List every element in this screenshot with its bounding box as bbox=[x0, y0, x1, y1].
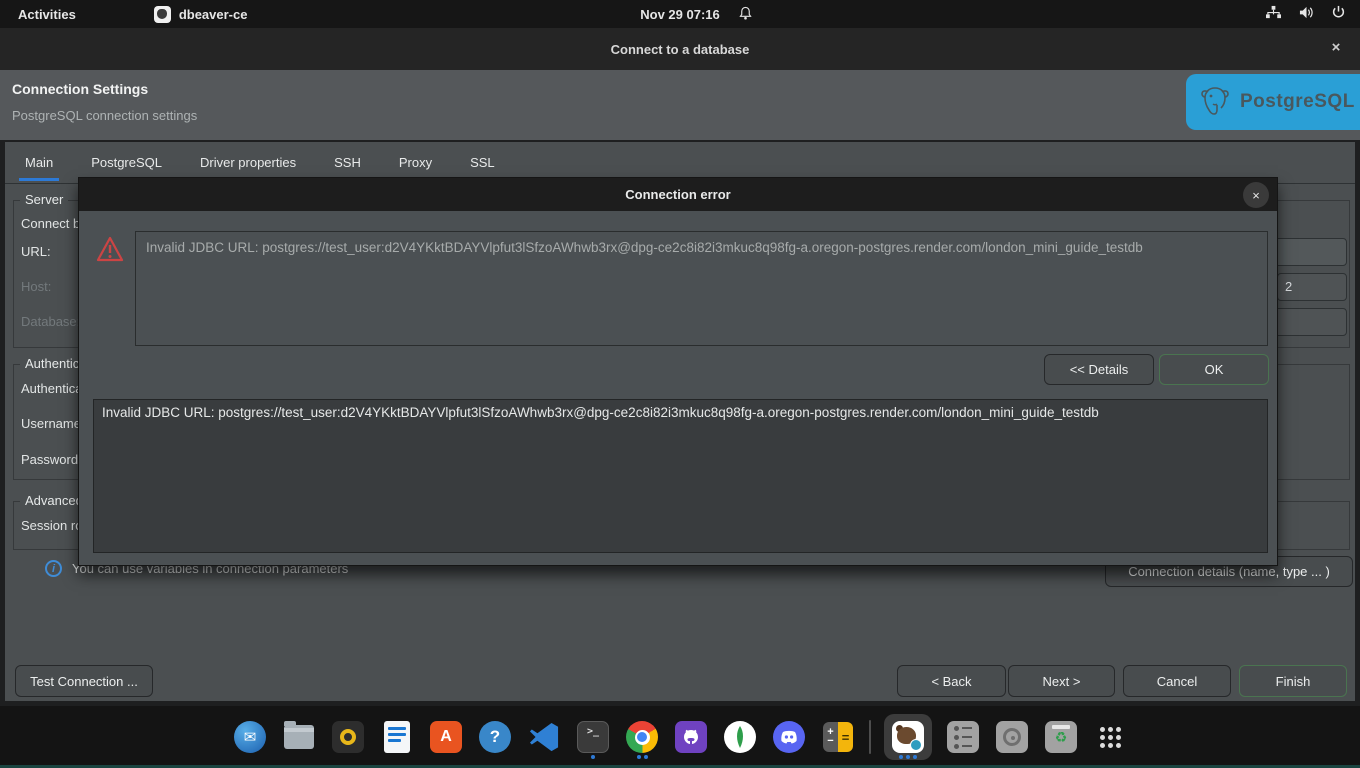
focused-app-name: dbeaver-ce bbox=[179, 7, 248, 22]
notification-bell-icon[interactable] bbox=[738, 6, 753, 24]
password-label: Password: bbox=[21, 452, 82, 467]
finish-button[interactable]: Finish bbox=[1239, 665, 1347, 697]
dock-item-chrome[interactable] bbox=[624, 714, 660, 760]
port-input[interactable]: 2 bbox=[1277, 273, 1347, 301]
software-icon: A bbox=[430, 721, 462, 753]
cancel-button[interactable]: Cancel bbox=[1123, 665, 1231, 697]
dock-item-files[interactable] bbox=[281, 714, 317, 760]
app-grid-icon bbox=[1100, 727, 1121, 748]
mongodb-icon bbox=[724, 721, 756, 753]
network-icon[interactable] bbox=[1265, 5, 1282, 23]
terminal-icon: >_ bbox=[577, 721, 609, 753]
test-connection-button[interactable]: Test Connection ... bbox=[15, 665, 153, 697]
page-title: Connection Settings bbox=[12, 81, 148, 97]
trash-icon: ♻ bbox=[1045, 721, 1077, 753]
next-button[interactable]: Next > bbox=[1008, 665, 1115, 697]
error-dialog-title-bar: Connection error bbox=[79, 178, 1277, 211]
rhythmbox-icon bbox=[332, 721, 364, 753]
activities-button[interactable]: Activities bbox=[18, 7, 76, 22]
error-dialog-close-icon[interactable]: × bbox=[1243, 182, 1269, 208]
dock-item-help[interactable]: ? bbox=[477, 714, 513, 760]
github-icon bbox=[675, 721, 707, 753]
postgres-elephant-icon bbox=[1198, 84, 1232, 120]
window-close-icon[interactable]: × bbox=[1326, 38, 1346, 58]
server-group-label: Server bbox=[20, 192, 68, 207]
dock-item-thunderbird[interactable]: ✉ bbox=[232, 714, 268, 760]
error-dialog-title: Connection error bbox=[625, 187, 730, 202]
window-title-bar: Connect to a database × bbox=[0, 28, 1360, 70]
dbeaver-dock-icon bbox=[892, 721, 924, 753]
ok-button[interactable]: OK bbox=[1159, 354, 1269, 385]
info-icon: i bbox=[45, 560, 62, 577]
dock-item-discord[interactable] bbox=[771, 714, 807, 760]
disks-icon bbox=[996, 721, 1028, 753]
error-message-box: Invalid JDBC URL: postgres://test_user:d… bbox=[135, 231, 1268, 346]
writer-icon bbox=[384, 721, 410, 753]
dock-item-settings[interactable] bbox=[945, 714, 981, 760]
dbeaver-app-icon bbox=[154, 6, 171, 23]
warning-icon bbox=[96, 236, 124, 267]
focused-app-menu[interactable]: dbeaver-ce bbox=[154, 6, 248, 23]
dock-item-vscode[interactable] bbox=[526, 714, 562, 760]
dock-item-ubuntu-software[interactable]: A bbox=[428, 714, 464, 760]
host-label: Host: bbox=[21, 279, 51, 294]
postgres-logo-text: PostgreSQL bbox=[1240, 91, 1355, 113]
details-button[interactable]: << Details bbox=[1044, 354, 1154, 385]
postgresql-logo: PostgreSQL bbox=[1186, 74, 1360, 130]
dock-item-calculator[interactable]: +−= bbox=[820, 714, 856, 760]
wizard-header: Connection Settings PostgreSQL connectio… bbox=[0, 70, 1360, 140]
back-button[interactable]: < Back bbox=[897, 665, 1006, 697]
settings-icon bbox=[947, 721, 979, 753]
connection-error-dialog: Connection error × Invalid JDBC URL: pos… bbox=[78, 177, 1278, 566]
calculator-icon: +−= bbox=[823, 722, 853, 752]
vscode-icon bbox=[529, 722, 559, 752]
chrome-icon bbox=[626, 721, 658, 753]
dock-item-dbeaver[interactable] bbox=[884, 714, 932, 760]
clock-label[interactable]: Nov 29 07:16 bbox=[640, 7, 720, 22]
dock: ✉ A ? >_ +−= ♻ bbox=[0, 706, 1360, 768]
error-details-panel[interactable]: Invalid JDBC URL: postgres://test_user:d… bbox=[93, 399, 1268, 553]
dock-item-mongodb[interactable] bbox=[722, 714, 758, 760]
dock-item-github[interactable] bbox=[673, 714, 709, 760]
dock-item-disks[interactable] bbox=[994, 714, 1030, 760]
tab-main[interactable]: Main bbox=[19, 152, 59, 181]
window-title: Connect to a database bbox=[611, 42, 750, 57]
database-label: Database: bbox=[21, 314, 80, 329]
dock-item-trash[interactable]: ♻ bbox=[1043, 714, 1079, 760]
files-icon bbox=[284, 725, 314, 749]
thunderbird-icon: ✉ bbox=[234, 721, 266, 753]
discord-icon bbox=[773, 721, 805, 753]
volume-icon[interactable] bbox=[1298, 5, 1315, 23]
page-subtitle: PostgreSQL connection settings bbox=[12, 108, 197, 123]
url-label: URL: bbox=[21, 244, 51, 259]
dock-item-rhythmbox[interactable] bbox=[330, 714, 366, 760]
power-icon[interactable] bbox=[1331, 5, 1346, 23]
dock-item-terminal[interactable]: >_ bbox=[575, 714, 611, 760]
system-top-bar: Activities dbeaver-ce Nov 29 07:16 bbox=[0, 0, 1360, 28]
help-icon: ? bbox=[479, 721, 511, 753]
username-label: Username: bbox=[21, 416, 85, 431]
dock-item-libreoffice-writer[interactable] bbox=[379, 714, 415, 760]
dock-item-app-grid[interactable] bbox=[1092, 714, 1128, 760]
dock-separator bbox=[869, 720, 871, 754]
